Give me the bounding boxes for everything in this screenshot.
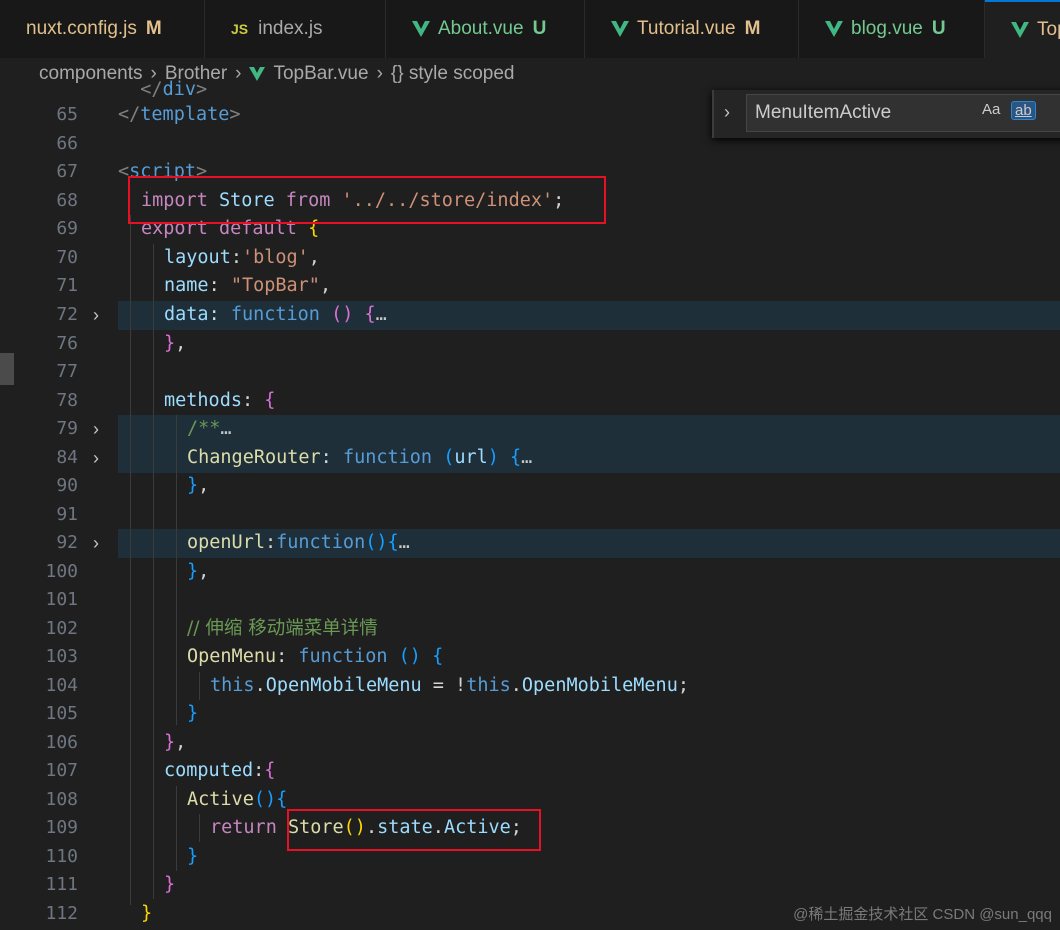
vue-icon (1011, 22, 1029, 38)
chevron-right-icon[interactable]: › (93, 415, 99, 444)
match-case-toggle[interactable]: Aa (982, 101, 1000, 118)
modified-badge: M (145, 18, 162, 39)
editor-tab-bar: nuxt.config.js M JS index.js About.vue U… (0, 0, 1060, 59)
untracked-badge: U (931, 18, 946, 39)
code-line: 105 } (45, 703, 199, 724)
code-line: 78 methods: { (56, 390, 276, 411)
code-line: 103 OpenMenu: function () { (45, 646, 444, 667)
tab-label: nuxt.config.js (26, 18, 137, 39)
code-line: 72 › data: function () {… (0, 301, 1060, 330)
code-line: 90 }, (56, 475, 210, 496)
watermark: @稀土掘金技术社区 CSDN @sun_qqq (793, 906, 1052, 923)
modified-badge: M (744, 18, 761, 39)
chevron-right-icon[interactable]: › (93, 444, 99, 473)
js-icon: JS (231, 21, 249, 37)
code-line: 106 }, (45, 732, 187, 753)
code-line: 102 // 伸缩 移动端菜单详情 (45, 618, 378, 639)
tab-label: index.js (258, 18, 323, 39)
code-line: 100 }, (45, 561, 210, 582)
find-widget: › Aa ab (712, 90, 1060, 138)
code-line: 84 › ChangeRouter: function (url) {… (0, 444, 1060, 473)
code-line: 111 } (45, 874, 176, 895)
indent-guide (199, 814, 200, 842)
tab-index-js[interactable]: JS index.js (205, 0, 386, 58)
indent-guide (176, 786, 177, 871)
highlight-box-import (128, 176, 606, 224)
code-line: 77 (56, 361, 78, 382)
chevron-right-icon[interactable]: › (93, 529, 99, 558)
untracked-badge: U (532, 18, 547, 39)
code-line: 71 name: "TopBar", (56, 275, 332, 296)
code-line: 70 layout:'blog', (56, 247, 320, 268)
code-line: 101 (45, 589, 78, 610)
code-line: 92 › openUrl:function(){… (0, 529, 1060, 558)
indent-guide (130, 215, 131, 905)
tab-label: Top (1037, 19, 1060, 40)
highlight-box-store-call (287, 809, 541, 851)
tab-about-vue[interactable]: About.vue U (386, 0, 585, 58)
code-line: 76 }, (56, 333, 187, 354)
tab-nuxt-config[interactable]: nuxt.config.js M (0, 0, 205, 58)
indent-guide (199, 672, 200, 700)
code-line: 107 computed:{ (45, 760, 276, 781)
tab-label: About.vue (438, 18, 524, 39)
vue-icon (611, 21, 629, 37)
code-editor[interactable]: </div> 65 </template> 66 67 <script> 68 … (0, 79, 1060, 930)
code-line: 104 this.OpenMobileMenu = !this.OpenMobi… (45, 675, 689, 696)
code-line: 91 (56, 504, 78, 525)
tab-topbar-vue[interactable]: Top (985, 0, 1060, 58)
tab-blog-vue[interactable]: blog.vue U (799, 0, 985, 58)
indent-guide (153, 244, 154, 899)
indent-guide (176, 415, 177, 725)
tab-tutorial-vue[interactable]: Tutorial.vue M (585, 0, 799, 58)
scroll-indicator[interactable] (0, 353, 14, 385)
tab-label: Tutorial.vue (637, 18, 736, 39)
vue-icon (412, 21, 430, 37)
match-whole-word-toggle[interactable]: ab (1011, 101, 1036, 120)
vue-icon (825, 21, 843, 37)
chevron-right-icon[interactable]: › (93, 301, 99, 330)
tab-label: blog.vue (851, 18, 923, 39)
chevron-right-icon[interactable]: › (724, 102, 730, 123)
code-line: 79 › /**… (0, 415, 1060, 444)
